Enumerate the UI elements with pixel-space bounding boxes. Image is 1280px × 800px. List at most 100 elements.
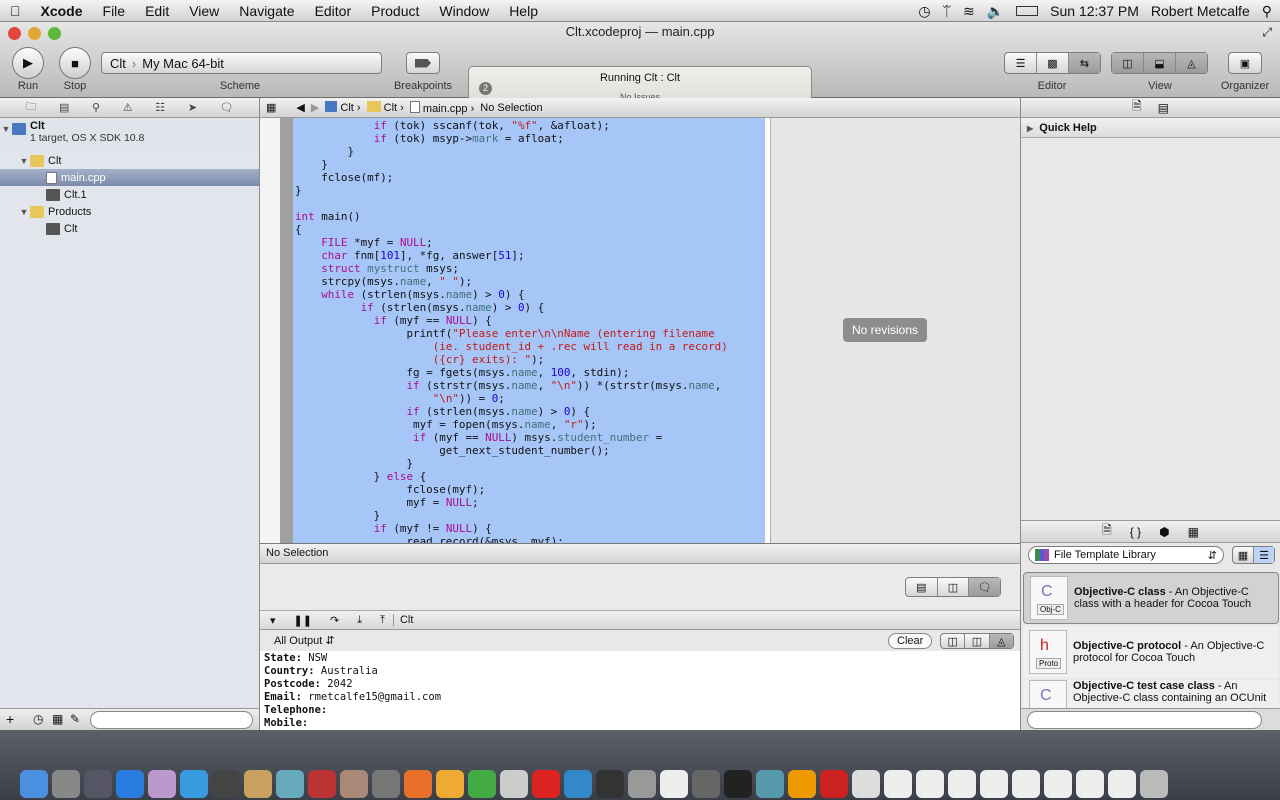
facetime-icon[interactable]: [212, 770, 240, 798]
app-store-icon[interactable]: [116, 770, 144, 798]
editor-gutter[interactable]: [260, 118, 293, 543]
debug-view-toggle[interactable]: ▤ ◫ 🗨: [905, 577, 1001, 597]
console-view-icon[interactable]: 🗨: [969, 578, 1001, 596]
console-output[interactable]: State: NSW Country: Australia Postcode: 20…: [260, 651, 1020, 731]
breadcrumb-symbol[interactable]: No Selection: [480, 102, 542, 114]
file-template-library-icon[interactable]: 🗎: [1102, 521, 1112, 542]
project-row[interactable]: ▼ Clt 1 target, OS X SDK 10.8: [0, 120, 259, 150]
help-icon[interactable]: [628, 770, 656, 798]
version-editor-icon[interactable]: ⇆: [1069, 53, 1100, 73]
debug-nav-icon[interactable]: ☷: [155, 101, 165, 114]
time-machine-icon[interactable]: ◷: [918, 3, 930, 20]
cpp-file-icon[interactable]: [852, 770, 880, 798]
pause-icon[interactable]: ❚❚: [294, 614, 312, 627]
photo-app-icon[interactable]: [756, 770, 784, 798]
media-library-icon[interactable]: ▦: [1188, 525, 1199, 539]
step-out-icon[interactable]: ⤒: [380, 614, 385, 627]
menu-file[interactable]: File: [93, 3, 136, 19]
vlc-icon[interactable]: [788, 770, 816, 798]
menu-navigate[interactable]: Navigate: [229, 3, 304, 19]
layout-right-icon[interactable]: ◬: [989, 634, 1013, 648]
document-icon[interactable]: [948, 770, 976, 798]
console-layout-control[interactable]: ◫ ◫ ◬: [940, 633, 1014, 649]
template-item[interactable]: h Proto Objective-C protocol - An Objectiv…: [1023, 626, 1279, 678]
output-filter-select[interactable]: All Output ⇵: [274, 634, 335, 647]
debug-toggle-icon[interactable]: ⬓: [1144, 53, 1176, 73]
code-snippet-library-icon[interactable]: { }: [1130, 525, 1141, 539]
menu-window[interactable]: Window: [429, 3, 499, 19]
document-icon[interactable]: [980, 770, 1008, 798]
add-icon[interactable]: +: [6, 711, 14, 727]
acrobat-icon[interactable]: [820, 770, 848, 798]
split-view-icon[interactable]: ◫: [938, 578, 970, 596]
clear-button[interactable]: Clear: [888, 633, 933, 649]
run-button[interactable]: ▶: [12, 47, 44, 79]
quick-help-icon[interactable]: ▤: [1158, 101, 1169, 115]
navigator-item[interactable]: Clt.1: [0, 186, 259, 203]
editor-mode-control[interactable]: ☰ ▩ ⇆: [1004, 52, 1101, 74]
file-inspector-icon[interactable]: 🗎: [1132, 97, 1142, 118]
unsaved-filter-icon[interactable]: ✎: [70, 712, 80, 726]
menu-help[interactable]: Help: [499, 3, 548, 19]
grid-view-icon[interactable]: ▦: [1233, 547, 1254, 563]
breakpoint-nav-icon[interactable]: ➤: [188, 101, 197, 114]
itunes-icon[interactable]: [276, 770, 304, 798]
document-icon[interactable]: [1044, 770, 1072, 798]
code-text-area[interactable]: if (tok) sscanf(tok, "%f", &afloat); if …: [293, 118, 765, 543]
preview-icon[interactable]: [148, 770, 176, 798]
spotlight-icon[interactable]: ⚲: [1262, 3, 1272, 20]
related-files-icon[interactable]: ▦: [266, 101, 276, 114]
template-item[interactable]: C Obj-C Objective-C class - An Objective-C…: [1023, 572, 1279, 624]
menu-view[interactable]: View: [179, 3, 229, 19]
search-nav-icon[interactable]: ⚲: [92, 101, 100, 114]
menu-editor[interactable]: Editor: [305, 3, 362, 19]
bluetooth-icon[interactable]: ᛠ: [943, 3, 951, 19]
disclosure-triangle-icon[interactable]: ▼: [0, 124, 12, 134]
layout-both-icon[interactable]: ◫: [965, 634, 990, 648]
forward-icon[interactable]: ▶: [311, 101, 319, 114]
variables-view-icon[interactable]: ▤: [906, 578, 938, 596]
organizer-button[interactable]: ▣: [1228, 52, 1262, 74]
launchpad-icon[interactable]: [52, 770, 80, 798]
navigator-item[interactable]: main.cpp: [0, 169, 259, 186]
firefox-icon[interactable]: [404, 770, 432, 798]
terminal-icon[interactable]: [724, 770, 752, 798]
utilities-toggle-icon[interactable]: ◬: [1176, 53, 1207, 73]
library-view-toggle[interactable]: ▦ ☰: [1232, 546, 1275, 564]
fullscreen-icon[interactable]: ⤢: [1262, 25, 1272, 40]
hide-debug-icon[interactable]: ▾: [270, 614, 276, 627]
back-icon[interactable]: ◀: [296, 101, 304, 114]
library-filter-input[interactable]: [1027, 711, 1262, 729]
navigator-filter-input[interactable]: [90, 711, 253, 729]
finder-icon[interactable]: [20, 770, 48, 798]
contacts-icon[interactable]: [244, 770, 272, 798]
breakpoints-button[interactable]: [406, 52, 440, 74]
system-monitor-icon[interactable]: [84, 770, 112, 798]
assistant-editor-icon[interactable]: ▩: [1037, 53, 1069, 73]
menu-product[interactable]: Product: [361, 3, 429, 19]
disclosure-triangle-icon[interactable]: ▶: [1027, 124, 1033, 133]
disclosure-triangle-icon[interactable]: ▼: [18, 156, 30, 166]
safari-icon[interactable]: [180, 770, 208, 798]
document-icon[interactable]: [1076, 770, 1104, 798]
battery-icon[interactable]: [1016, 6, 1039, 16]
xcode-icon[interactable]: [564, 770, 592, 798]
trash-icon[interactable]: [1140, 770, 1168, 798]
issue-count-badge[interactable]: 2: [479, 82, 492, 95]
layout-left-icon[interactable]: ◫: [941, 634, 966, 648]
project-nav-icon[interactable]: 🗀: [25, 98, 36, 117]
breadcrumb-file[interactable]: main.cpp ›: [409, 100, 474, 115]
scheme-selector[interactable]: Clt › My Mac 64-bit: [101, 52, 382, 74]
object-library-icon[interactable]: ⬢: [1159, 525, 1169, 539]
navigator-item[interactable]: Clt: [0, 220, 259, 237]
symbol-nav-icon[interactable]: ▤: [59, 101, 69, 114]
navigator-item[interactable]: ▼ Clt: [0, 152, 259, 169]
wifi-icon[interactable]: ≋: [963, 3, 975, 20]
template-item[interactable]: C Objective-C test case class - An Object…: [1023, 680, 1279, 710]
xcode-instruments-icon[interactable]: [500, 770, 528, 798]
standard-editor-icon[interactable]: ☰: [1005, 53, 1037, 73]
document-icon[interactable]: [1108, 770, 1136, 798]
breadcrumb-project[interactable]: Clt ›: [325, 101, 361, 114]
document-icon[interactable]: [916, 770, 944, 798]
image-capture-icon[interactable]: [372, 770, 400, 798]
